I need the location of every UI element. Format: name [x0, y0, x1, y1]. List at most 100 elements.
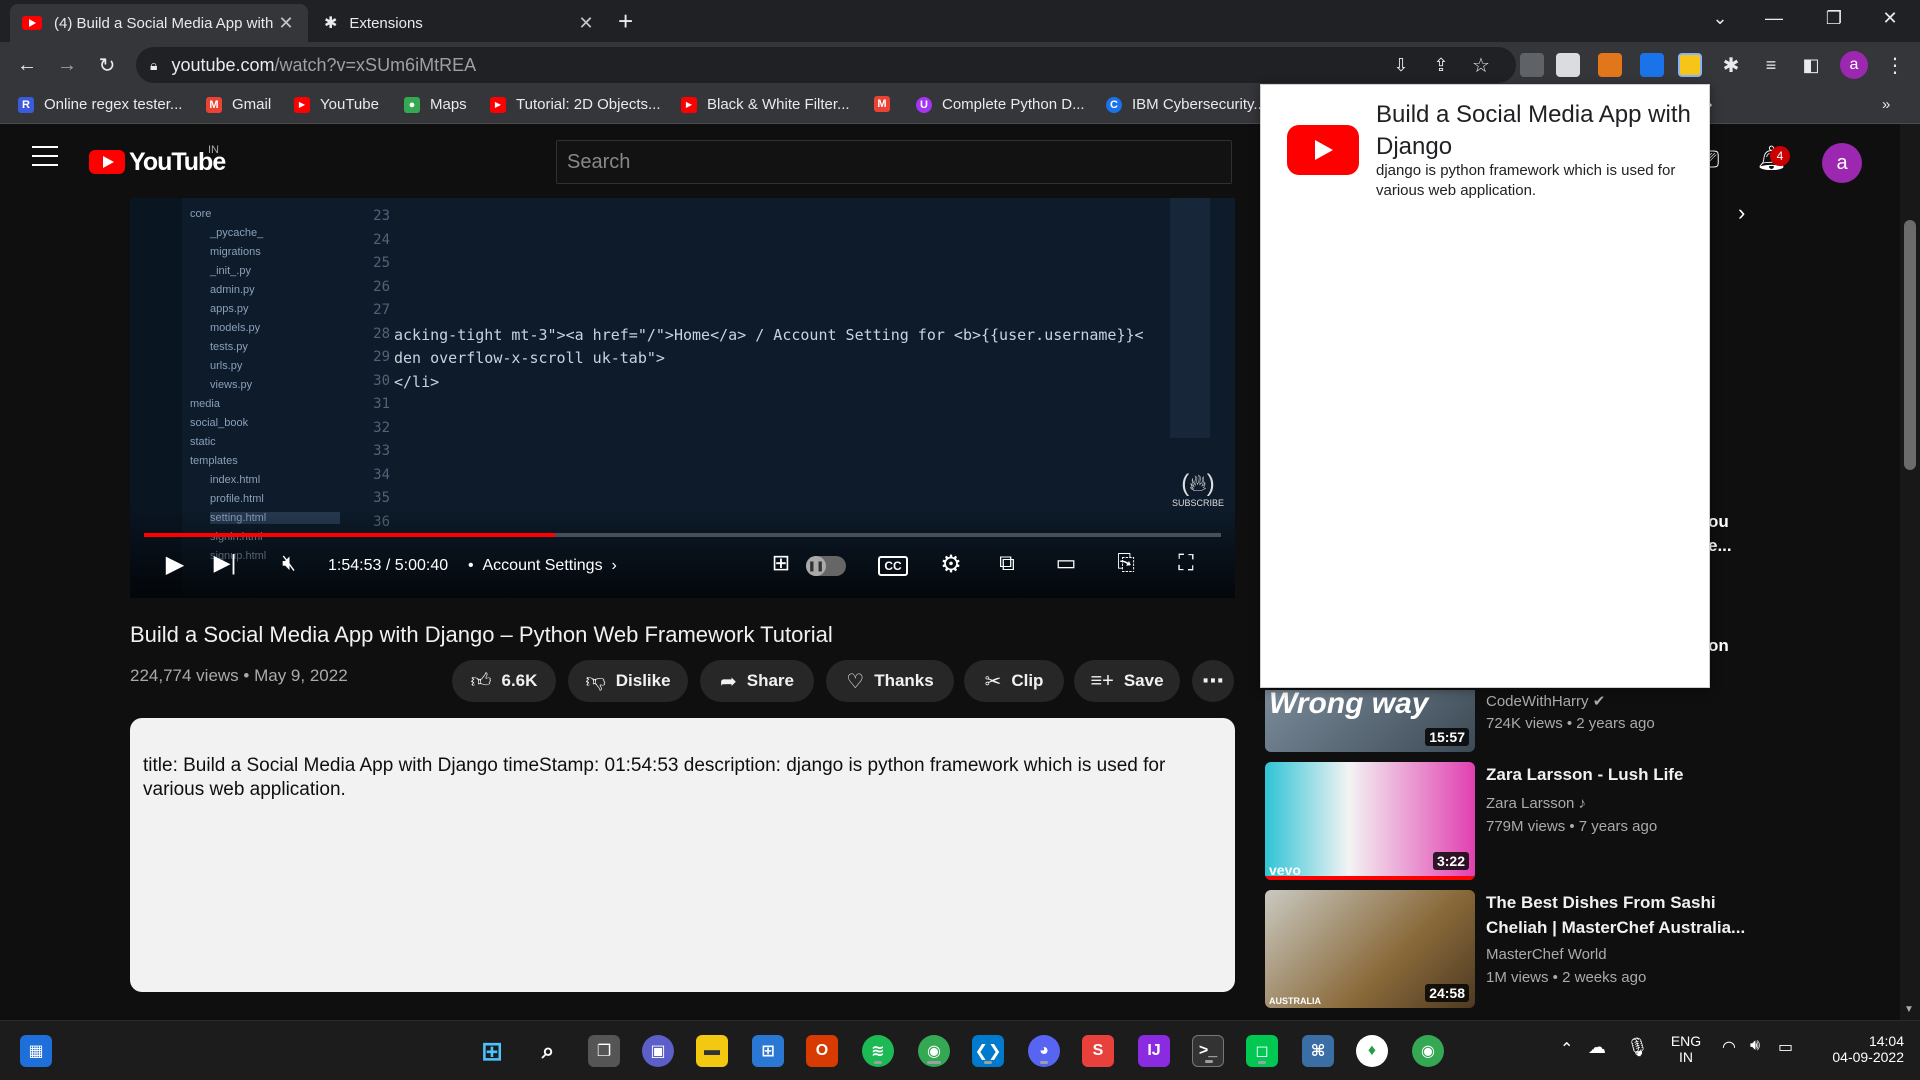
network-app-icon[interactable]: ⌘ [1302, 1035, 1334, 1067]
channel-name[interactable]: MasterChef World [1486, 946, 1607, 963]
restore-icon[interactable]: ❐ [1804, 0, 1864, 36]
muted-icon[interactable]: 🔇︎ [274, 550, 304, 576]
share-icon[interactable]: ⇪ [1426, 50, 1456, 80]
channel-watermark[interactable]: (🔥︎) SUBSCRIBE [1170, 470, 1226, 508]
bookmark-bw-filter[interactable]: ▶ Black & White Filter... [681, 96, 850, 113]
miniplayer-icon[interactable]: ⧉ [992, 550, 1022, 576]
bookmark-gmail[interactable]: M Gmail [206, 96, 271, 113]
profile-avatar[interactable]: a [1840, 51, 1868, 79]
bookmark-regex[interactable]: R Online regex tester... [18, 96, 182, 113]
media-queue-icon[interactable]: ≡ [1756, 50, 1786, 80]
bookmark-tutorial-2d[interactable]: ▶ Tutorial: 2D Objects... [490, 96, 661, 113]
battery-icon[interactable]: ▭ [1778, 1037, 1793, 1057]
clock[interactable]: 14:04 04-09-2022 [1812, 1033, 1904, 1065]
rec-video-title[interactable]: The Best Dishes From Sashi Cheliah | Mas… [1486, 890, 1746, 940]
save-button[interactable]: ≡+ Save [1074, 660, 1180, 702]
tab-extensions[interactable]: ✱ Extensions ✕ [312, 4, 608, 42]
channel-name[interactable]: Zara Larsson ♪ [1486, 795, 1586, 812]
microphone-icon[interactable]: 🎙︎ [1626, 1037, 1649, 1058]
extension-badge-icon[interactable] [1640, 53, 1664, 77]
bookmark-python[interactable]: U Complete Python D... [916, 96, 1085, 113]
microsoft-store-icon[interactable]: ⊞ [752, 1035, 784, 1067]
close-icon[interactable]: ✕ [576, 13, 596, 34]
widgets-icon[interactable]: ▦ [20, 1035, 52, 1067]
chrome-icon[interactable]: ◉ [918, 1035, 950, 1067]
file-explorer-icon[interactable]: ▬ [696, 1035, 728, 1067]
sublime-icon[interactable]: S [1082, 1035, 1114, 1067]
bookmark-star-icon[interactable]: ☆ [1466, 50, 1496, 80]
autoplay-toggle[interactable]: ❚❚ [806, 556, 846, 576]
search-icon[interactable]: ⌕ [532, 1035, 564, 1067]
office-icon[interactable]: O [806, 1035, 838, 1067]
bookmark-maps[interactable]: ● Maps [404, 96, 467, 113]
new-tab-button[interactable]: + [618, 6, 633, 37]
cast-icon[interactable]: ⎘ [1110, 550, 1142, 576]
intellij-icon[interactable]: IJ [1138, 1035, 1170, 1067]
windows-start-icon[interactable]: ⊞ [476, 1035, 508, 1067]
vscode-icon[interactable]: ❮❯ [972, 1035, 1004, 1067]
settings-gear-icon[interactable]: ⚙ [936, 550, 966, 579]
bookmarks-chevron[interactable]: » [1882, 96, 1890, 113]
teams-chat-icon[interactable]: ▣ [642, 1035, 674, 1067]
bookmark-ibm[interactable]: C IBM Cybersecurity... [1106, 96, 1266, 113]
task-view-icon[interactable]: ❐ [588, 1035, 620, 1067]
chapter-button[interactable]: • Account Settings › [468, 550, 617, 582]
menu-kebab-icon[interactable]: ⋮ [1880, 50, 1910, 80]
extensions-puzzle-icon[interactable]: ✱ [1716, 50, 1746, 80]
tab-youtube[interactable]: (4) Build a Social Media App with ✕ [10, 4, 308, 42]
screen-capture-icon[interactable]: ◻ [1246, 1035, 1278, 1067]
share-button[interactable]: ➦ Share [700, 660, 814, 702]
video-thumbnail[interactable]: Wrong way 15:57 [1265, 690, 1475, 752]
chips-next-icon[interactable]: › [1738, 200, 1745, 226]
bookmark-youtube[interactable]: ▶ YouTube [294, 96, 379, 113]
metamask-fox-icon[interactable] [1598, 53, 1622, 77]
bookmark-gmail-2[interactable]: M [874, 96, 900, 112]
channel-name[interactable]: CodeWithHarry ✔ [1486, 692, 1605, 710]
avatar[interactable]: a [1822, 143, 1862, 183]
side-panel-icon[interactable]: ◧ [1796, 50, 1826, 80]
scroll-down-icon[interactable]: ▼ [1904, 1004, 1914, 1015]
add-note-icon[interactable]: ⊞ [766, 550, 796, 576]
more-actions-button[interactable]: ⋯ [1192, 660, 1234, 702]
terminal-icon[interactable]: >_ [1192, 1035, 1224, 1067]
thanks-button[interactable]: ♡ Thanks [826, 660, 954, 702]
wifi-icon[interactable]: ◠ [1722, 1037, 1736, 1057]
extension-active-icon[interactable] [1678, 53, 1702, 77]
progress-bar[interactable] [144, 533, 1221, 537]
minimize-icon[interactable]: — [1744, 0, 1804, 36]
search-input[interactable]: Search [556, 140, 1232, 184]
youtube-logo-icon[interactable] [89, 150, 125, 174]
input-language[interactable]: ENG IN [1668, 1033, 1704, 1065]
play-icon[interactable]: ▶ [158, 550, 192, 579]
description-box[interactable]: title: Build a Social Media App with Dja… [130, 718, 1235, 992]
extension-mouse-icon[interactable] [1520, 53, 1544, 77]
spotify-icon[interactable]: ≋ [862, 1035, 894, 1067]
discord-icon[interactable]: ◕ [1028, 1035, 1060, 1067]
extension-image-icon[interactable] [1556, 53, 1580, 77]
next-icon[interactable]: ▶| [210, 550, 240, 576]
dislike-button[interactable]: 👎︎ Dislike [568, 660, 688, 702]
like-button[interactable]: 👍︎ 6.6K [452, 660, 556, 702]
tray-overflow-icon[interactable]: ⌃ [1560, 1039, 1573, 1059]
fullscreen-icon[interactable]: ⛶ [1170, 550, 1202, 576]
reload-icon[interactable]: ↻ [92, 50, 122, 80]
volume-icon[interactable]: 🔊︎ [1750, 1037, 1760, 1055]
onedrive-cloud-icon[interactable]: ☁ [1588, 1037, 1606, 1058]
video-thumbnail[interactable]: AUSTRALIA 24:58 [1265, 890, 1475, 1008]
rec-video-title[interactable]: Zara Larsson - Lush Life [1486, 762, 1746, 787]
chrome-icon[interactable]: ◉ [1412, 1035, 1444, 1067]
leaf-app-icon[interactable]: ♦ [1356, 1035, 1388, 1067]
captions-button[interactable]: CC [878, 556, 908, 576]
forward-icon[interactable]: → [52, 50, 82, 80]
tab-search-icon[interactable]: ⌄ [1690, 0, 1750, 36]
clip-button[interactable]: ✂ Clip [964, 660, 1064, 702]
hamburger-menu-icon[interactable] [32, 146, 58, 166]
address-bar[interactable]: 🔒︎ youtube.com/watch?v=xSUm6iMtREA [136, 47, 1516, 83]
page-scrollbar[interactable]: ▼ [1900, 124, 1920, 1020]
theater-mode-icon[interactable]: ▭ [1050, 550, 1082, 576]
close-icon[interactable]: ✕ [276, 13, 296, 34]
video-thumbnail[interactable]: vevo 3:22 [1265, 762, 1475, 880]
scrollbar-thumb[interactable] [1904, 220, 1916, 470]
back-icon[interactable]: ← [12, 50, 42, 80]
close-window-icon[interactable]: ✕ [1860, 0, 1920, 36]
